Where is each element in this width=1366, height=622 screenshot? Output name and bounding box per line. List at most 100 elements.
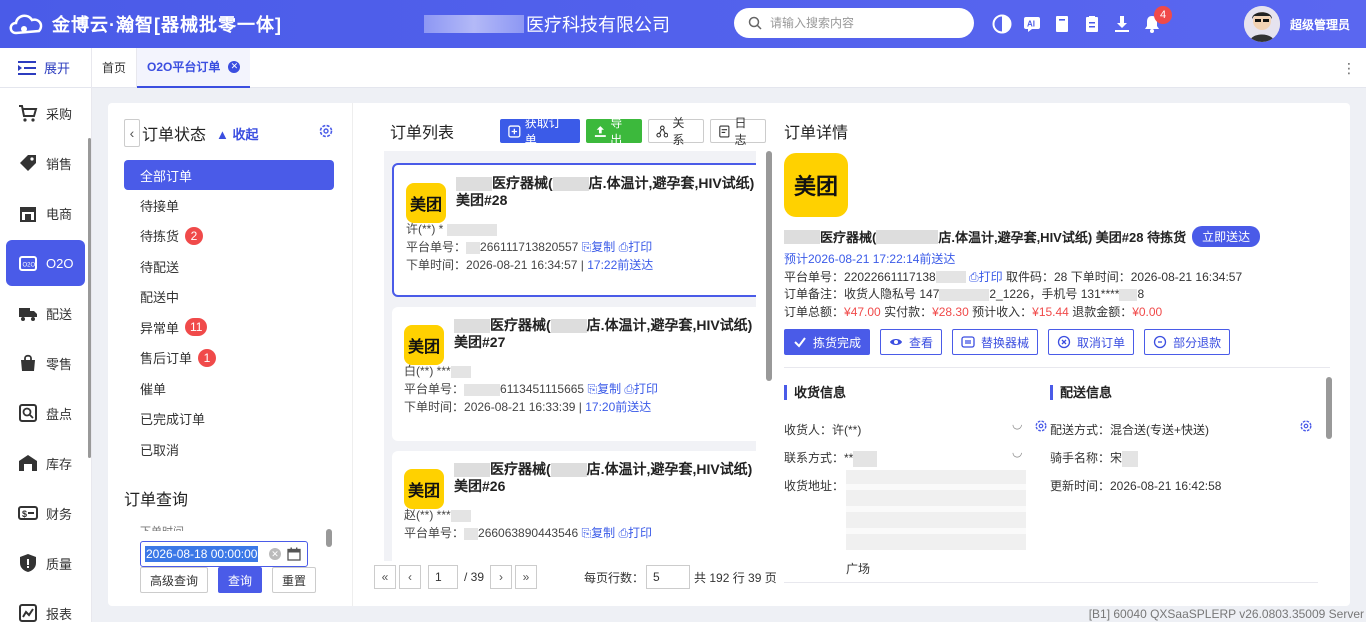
- clear-icon[interactable]: ✕: [269, 548, 281, 560]
- query-scrollbar[interactable]: [326, 529, 332, 547]
- sidebar-item-quality[interactable]: 质量: [0, 538, 91, 588]
- order-date-input[interactable]: 2026-08-18 00:00:00 ✕: [140, 541, 308, 567]
- page-input[interactable]: 1: [428, 565, 458, 589]
- status-item-pending-accept[interactable]: 待接单: [124, 190, 334, 221]
- copy-link[interactable]: ⎘复制: [582, 240, 616, 254]
- collapse-panel-button[interactable]: ‹: [124, 119, 140, 147]
- blurred-text: [446, 223, 497, 236]
- print-link[interactable]: ⎙打印: [624, 382, 658, 396]
- receiver-section-title: 收货信息: [784, 385, 846, 400]
- prev-page-button[interactable]: ‹: [399, 565, 421, 589]
- truck-icon: [19, 308, 37, 321]
- reset-button[interactable]: 重置: [272, 567, 317, 593]
- first-page-button[interactable]: «: [374, 565, 396, 589]
- gear-icon[interactable]: [1299, 419, 1313, 433]
- export-button[interactable]: 导出: [585, 116, 642, 147]
- order-card[interactable]: 美团 医疗器械(店.体温计,避孕套,HIV试纸) 美团#26 赵(**) ***…: [392, 451, 756, 561]
- copy-link[interactable]: ⎘复制: [587, 382, 621, 396]
- status-item-pending-pick[interactable]: 待拣货 2: [124, 221, 334, 252]
- status-item-completed[interactable]: 已完成订单: [124, 404, 334, 435]
- sidebar-item-sales[interactable]: 销售: [0, 138, 91, 188]
- status-item-after-sales[interactable]: 售后订单 1: [124, 343, 334, 374]
- tab-home[interactable]: 首页: [92, 47, 138, 88]
- status-item-pending-delivery[interactable]: 待配送: [124, 251, 334, 282]
- sidebar-item-stocktake[interactable]: 盘点: [0, 388, 91, 438]
- search-input[interactable]: [770, 16, 960, 30]
- print-link[interactable]: ⎙打印: [619, 240, 653, 254]
- sidebar-item-purchase[interactable]: 采购: [0, 88, 91, 138]
- sidebar-item-delivery[interactable]: 配送: [0, 288, 91, 338]
- search-box[interactable]: [734, 8, 974, 38]
- advanced-query-button[interactable]: 高级查询: [140, 567, 209, 593]
- gear-icon[interactable]: [318, 123, 334, 139]
- more-icon[interactable]: ⋮: [1342, 60, 1356, 77]
- tab-bar: 展开 首页 O2O平台订单 ✕ ⋮: [0, 47, 1366, 88]
- expand-menu-button[interactable]: 展开: [0, 47, 92, 88]
- date-field-label: 下单时间: [140, 523, 184, 531]
- query-button[interactable]: 查询: [218, 567, 263, 593]
- copy-link[interactable]: ⎘复制: [581, 526, 615, 540]
- status-item-abnormal[interactable]: 异常单 11: [124, 312, 334, 343]
- book-icon[interactable]: [1048, 10, 1076, 38]
- update-time: 更新时间：2026-08-21 16:42:58: [1050, 479, 1222, 493]
- fetch-icon: [508, 124, 521, 138]
- order-number: 美团#27: [454, 334, 506, 350]
- print-link[interactable]: ⎙打印: [969, 270, 1003, 284]
- divider: [784, 582, 1318, 583]
- order-card[interactable]: 美团 医疗器械(店.体温计,避孕套,HIV试纸) 美团#28 许(**) * 平…: [392, 163, 756, 297]
- sidebar-item-report[interactable]: 报表: [0, 588, 91, 622]
- list-scrollbar[interactable]: [766, 151, 772, 381]
- svg-text:$: $: [22, 509, 27, 519]
- order-status-panel: ‹ 订单状态 ▲ 收起 全部订单 待接单 待拣货 2 待配送 配送中 异常单 11 …: [108, 103, 353, 606]
- blurred-text: [935, 271, 966, 284]
- blurred-text: [456, 177, 492, 192]
- sidebar-item-finance[interactable]: $ 财务: [0, 488, 91, 538]
- status-item-delivering[interactable]: 配送中: [124, 282, 334, 313]
- partial-refund-button[interactable]: 部分退款: [1144, 329, 1231, 355]
- sidebar-item-retail[interactable]: 零售: [0, 338, 91, 388]
- blurred-text: [1122, 450, 1139, 467]
- calendar-icon[interactable]: [287, 547, 301, 561]
- sidebar-scrollbar[interactable]: [88, 138, 91, 458]
- avatar[interactable]: [1244, 6, 1280, 42]
- expand-icon[interactable]: ◡: [1012, 445, 1022, 459]
- relation-button[interactable]: 关系: [647, 116, 704, 147]
- blurred-text: [550, 319, 587, 334]
- blurred-text: [454, 463, 490, 478]
- collapse-button[interactable]: ▲ 收起: [216, 124, 259, 143]
- last-page-button[interactable]: »: [515, 565, 538, 589]
- user-menu[interactable]: 超级管理员: [1244, 6, 1350, 42]
- detail-title: 订单详情: [784, 125, 849, 142]
- fetch-orders-button[interactable]: 获取订单: [500, 116, 580, 147]
- status-item-all[interactable]: 全部订单: [124, 160, 334, 190]
- warehouse-icon: [19, 455, 37, 471]
- print-link[interactable]: ⎙打印: [618, 526, 652, 540]
- close-icon[interactable]: ✕: [228, 60, 241, 73]
- log-button[interactable]: 日志: [709, 116, 766, 147]
- tab-o2o-orders[interactable]: O2O平台订单 ✕: [137, 47, 251, 88]
- download-icon[interactable]: [1108, 10, 1136, 38]
- detail-info: 预计2026-08-21 17:22:14前送达 平台单号：2202266111…: [784, 251, 1344, 321]
- next-page-button[interactable]: ›: [490, 565, 513, 589]
- order-card[interactable]: 美团 医疗器械(店.体温计,避孕套,HIV试纸) 美团#27 白(**) ***…: [392, 307, 756, 441]
- status-item-cancelled[interactable]: 已取消: [124, 434, 334, 465]
- ai-icon[interactable]: AI: [1018, 10, 1046, 38]
- status-item-reminder[interactable]: 催单: [124, 373, 334, 404]
- send-now-button[interactable]: 立即送达: [1192, 226, 1261, 247]
- gear-icon[interactable]: [1034, 419, 1048, 433]
- platform-no: 平台单号： 6113451115665 ⎘复制 ⎙打印: [404, 382, 659, 396]
- cancel-order-button[interactable]: 取消订单: [1048, 329, 1135, 355]
- view-button[interactable]: 查看: [880, 329, 943, 355]
- pick-complete-button[interactable]: 拣货完成: [784, 329, 871, 355]
- clipboard-icon[interactable]: [1078, 10, 1106, 38]
- store-icon: [20, 207, 36, 222]
- detail-scrollbar[interactable]: [1326, 377, 1332, 439]
- rows-per-page-input[interactable]: 5: [646, 565, 691, 589]
- replace-device-button[interactable]: 替换器械: [952, 329, 1039, 355]
- sidebar-item-o2o[interactable]: O2O O2O: [6, 240, 85, 286]
- expand-icon[interactable]: ◡: [1012, 417, 1022, 431]
- sidebar-item-stock[interactable]: 库存: [0, 438, 91, 488]
- bell-icon[interactable]: 4: [1138, 6, 1172, 38]
- theme-icon[interactable]: [988, 10, 1016, 38]
- sidebar-item-ecommerce[interactable]: 电商: [0, 188, 91, 238]
